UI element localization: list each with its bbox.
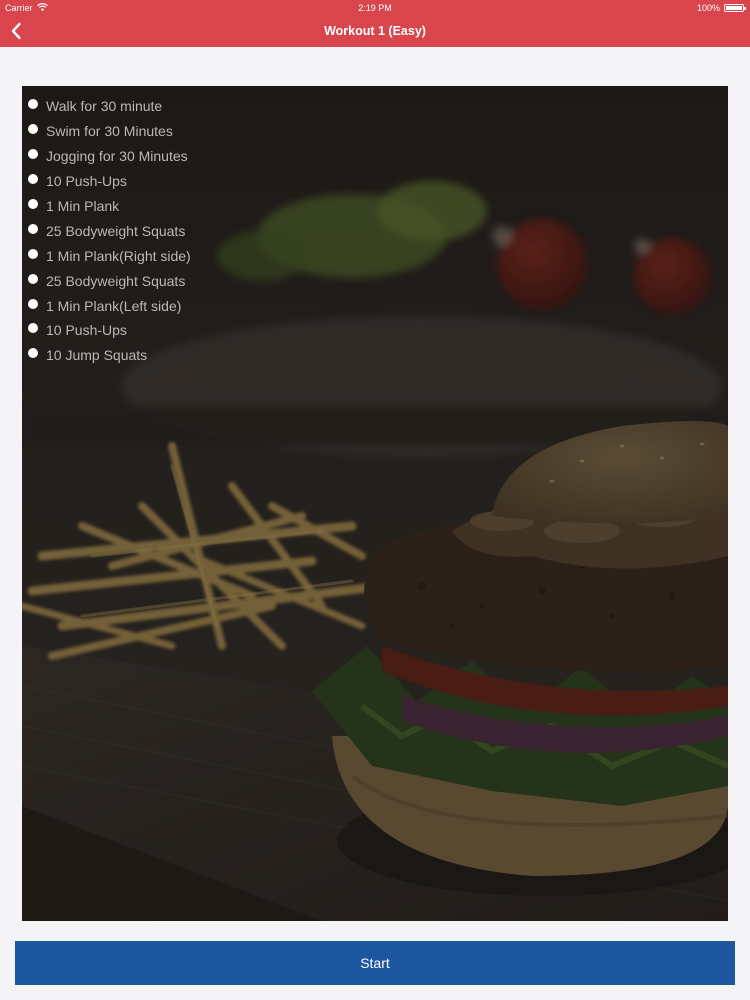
exercise-list-item[interactable]: Swim for 30 Minutes [28, 119, 191, 144]
exercise-label: 1 Min Plank [46, 198, 120, 214]
exercise-label: 1 Min Plank(Left side) [46, 297, 182, 314]
exercise-list-item[interactable]: Jogging for 30 Minutes [28, 144, 191, 169]
battery-icon [724, 4, 746, 12]
exercise-label: 10 Jump Squats [46, 347, 148, 364]
battery-tip [744, 7, 746, 10]
exercise-list-item[interactable]: 10 Push-Ups [28, 169, 191, 194]
page-title: Workout 1 (Easy) [324, 24, 426, 38]
radio-bullet-icon [28, 348, 38, 359]
status-right: 100% [696, 0, 746, 16]
workout-card: Walk for 30 minute Swim for 30 Minutes Jog… [22, 86, 728, 921]
exercise-list-item[interactable]: 10 Push-Ups [28, 318, 191, 343]
exercise-list: Walk for 30 minute Swim for 30 Minutes Jog… [28, 94, 191, 368]
radio-bullet-icon [28, 273, 38, 284]
radio-bullet-icon [28, 174, 38, 185]
exercise-list-item[interactable]: 25 Bodyweight Squats [28, 268, 191, 293]
radio-bullet-icon [28, 149, 38, 160]
exercise-label: 25 Bodyweight Squats [46, 272, 186, 289]
radio-bullet-icon [28, 124, 38, 135]
radio-bullet-icon [28, 248, 38, 259]
status-bar: Carrier 2:19 PM 100% [0, 0, 750, 16]
exercise-label: Swim for 30 Minutes [46, 123, 173, 140]
exercise-list-item[interactable]: 1 Min Plank(Right side) [28, 243, 191, 268]
battery-level-fill [726, 6, 742, 10]
battery-percent: 100% [696, 3, 720, 13]
radio-bullet-icon [28, 323, 38, 334]
exercise-label: 25 Bodyweight Squats [46, 222, 186, 239]
exercise-list-item[interactable]: 1 Min Plank(Left side) [28, 293, 191, 318]
exercise-label: 1 Min Plank(Right side) [46, 247, 191, 264]
start-button[interactable]: Start [15, 941, 735, 985]
exercise-list-item[interactable]: Walk for 30 minute [28, 94, 191, 119]
exercise-list-item[interactable]: 10 Jump Squats [28, 343, 191, 368]
exercise-label: 10 Push-Ups [46, 322, 127, 339]
nav-bar: Workout 1 (Easy) [0, 16, 750, 47]
radio-bullet-icon [28, 199, 38, 209]
exercise-label: 10 Push-Ups [46, 173, 127, 190]
exercise-list-item[interactable]: 1 Min Plank [28, 194, 191, 219]
radio-bullet-icon [28, 298, 38, 309]
exercise-list-item[interactable]: 25 Bodyweight Squats [28, 218, 191, 243]
exercise-label: Walk for 30 minute [46, 98, 163, 115]
radio-bullet-icon [28, 99, 38, 110]
status-time: 2:19 PM [358, 3, 392, 13]
radio-bullet-icon [28, 223, 38, 234]
exercise-label: Jogging for 30 Minutes [46, 148, 188, 165]
